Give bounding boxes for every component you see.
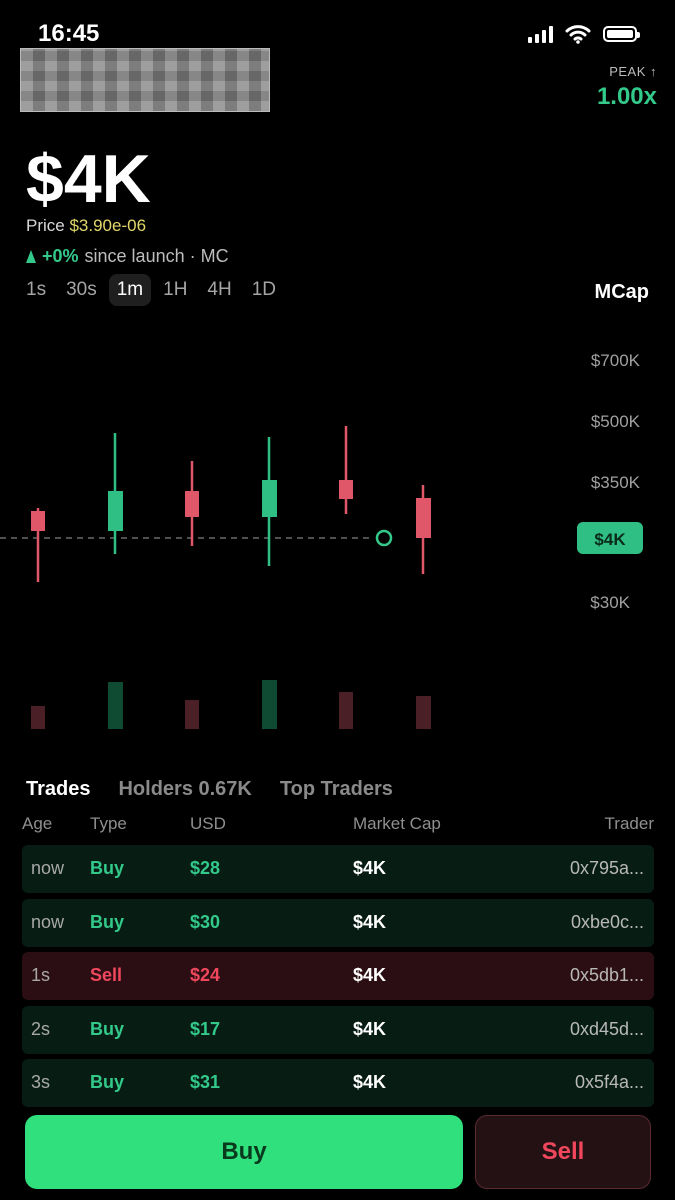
table-row[interactable]: now Buy $30 $4K 0xbe0c... xyxy=(22,898,654,947)
timeframe-1s[interactable]: 1s xyxy=(18,274,54,306)
header-usd: USD xyxy=(190,814,226,833)
price-label: Price xyxy=(26,216,65,235)
price-line: Price $3.90e-06 xyxy=(26,216,146,236)
trade-market-cap: $4K xyxy=(353,1072,387,1093)
mcap-toggle[interactable]: MCap xyxy=(595,281,649,304)
trade-usd: $31 xyxy=(190,1072,221,1093)
sell-button[interactable]: Sell xyxy=(475,1115,651,1189)
trades-table-header: Age Type USD Market Cap Trader xyxy=(22,814,654,838)
trade-age: now xyxy=(31,858,65,878)
trade-type: Sell xyxy=(90,965,123,986)
timeframe-1d[interactable]: 1D xyxy=(244,274,284,306)
volume-bar xyxy=(108,682,123,729)
current-value-label: $4K xyxy=(594,530,626,549)
candle xyxy=(31,508,45,582)
status-time: 16:45 xyxy=(38,20,100,47)
peak-label: PEAK ↑ xyxy=(609,64,657,79)
trade-type: Buy xyxy=(90,858,125,878)
candle xyxy=(416,485,431,574)
buy-button[interactable]: Buy xyxy=(25,1115,463,1189)
trade-type: Buy xyxy=(90,911,125,932)
trade-market-cap: $4K xyxy=(353,858,387,878)
trade-trader[interactable]: 0xbe0c... xyxy=(571,912,644,933)
trade-age: 2s xyxy=(31,1018,51,1039)
trade-age: 1s xyxy=(31,965,51,986)
current-price-marker xyxy=(375,529,393,547)
candle xyxy=(262,437,277,566)
header-market-cap: Market Cap xyxy=(353,814,441,833)
volume-bar xyxy=(339,692,353,729)
trade-trader[interactable]: 0x5db1... xyxy=(570,965,644,986)
candle xyxy=(185,461,199,546)
volume-bar xyxy=(31,706,45,729)
header-type: Type xyxy=(90,814,127,833)
trade-usd: $28 xyxy=(190,858,221,878)
candle xyxy=(339,426,353,514)
volume-bar xyxy=(262,680,277,729)
peak-indicator: PEAK ↑ 1.00x xyxy=(597,64,657,111)
trade-trader[interactable]: 0x795a... xyxy=(570,858,644,879)
trade-market-cap: $4K xyxy=(353,911,387,932)
tab-trades[interactable]: Trades xyxy=(26,778,90,801)
timeframe-1h[interactable]: 1H xyxy=(155,274,195,306)
price-value: $3.90e-06 xyxy=(69,216,147,235)
volume-bar xyxy=(416,696,431,729)
peak-value: 1.00x xyxy=(596,83,657,110)
trade-age: now xyxy=(31,911,65,932)
wifi-icon xyxy=(565,25,591,44)
header-trader: Trader xyxy=(604,814,654,833)
table-row[interactable]: 1s Sell $24 $4K 0x5db1... xyxy=(22,952,654,1001)
price-chart[interactable]: $700K $500K $350K $30K $4K xyxy=(0,320,675,740)
cellular-signal-icon xyxy=(528,25,553,43)
timeframe-4h[interactable]: 4H xyxy=(199,274,239,306)
trade-age: 3s xyxy=(31,1072,51,1093)
trade-usd: $17 xyxy=(190,1018,221,1039)
y-axis-label: $500K xyxy=(591,412,641,431)
table-row[interactable]: now Buy $28 $4K 0x795a... xyxy=(22,845,654,893)
trade-usd: $24 xyxy=(190,965,221,986)
trade-market-cap: $4K xyxy=(353,1018,387,1039)
trade-market-cap: $4K xyxy=(353,965,387,986)
token-image[interactable] xyxy=(20,48,270,112)
change-percent: +0% xyxy=(42,246,79,266)
trade-tabs: Trades Holders 0.67K Top Traders xyxy=(26,778,393,801)
y-axis-label: $350K xyxy=(591,473,641,492)
up-arrow-icon xyxy=(26,250,36,263)
header-age: Age xyxy=(22,814,53,833)
status-icons xyxy=(528,24,640,44)
trade-usd: $30 xyxy=(190,911,221,932)
y-axis-label: $700K xyxy=(591,351,641,370)
candle xyxy=(108,433,123,554)
y-axis-label: $30K xyxy=(590,593,630,612)
trade-trader[interactable]: 0xd45d... xyxy=(570,1019,644,1040)
table-row[interactable]: 2s Buy $17 $4K 0xd45d... xyxy=(22,1005,654,1054)
change-line: +0% since launch · MC xyxy=(26,246,229,267)
timeframe-selector: 1s 30s 1m 1H 4H 1D xyxy=(18,274,284,306)
change-suffix: since launch · MC xyxy=(84,246,229,266)
tab-top-traders[interactable]: Top Traders xyxy=(280,778,393,801)
timeframe-1m[interactable]: 1m xyxy=(108,274,152,306)
volume-bar xyxy=(185,700,199,729)
battery-icon xyxy=(603,26,640,42)
tab-holders[interactable]: Holders 0.67K xyxy=(118,778,251,801)
trade-type: Buy xyxy=(90,1072,125,1093)
trade-trader[interactable]: 0x5f4a... xyxy=(575,1072,644,1093)
trades-list: now Buy $28 $4K 0x795a... now Buy $30 $4… xyxy=(22,845,654,1113)
table-row[interactable]: 3s Buy $31 $4K 0x5f4a... xyxy=(22,1059,654,1108)
timeframe-30s[interactable]: 30s xyxy=(58,274,105,306)
trade-type: Buy xyxy=(90,1018,125,1039)
market-cap-value: $4K xyxy=(26,141,151,217)
